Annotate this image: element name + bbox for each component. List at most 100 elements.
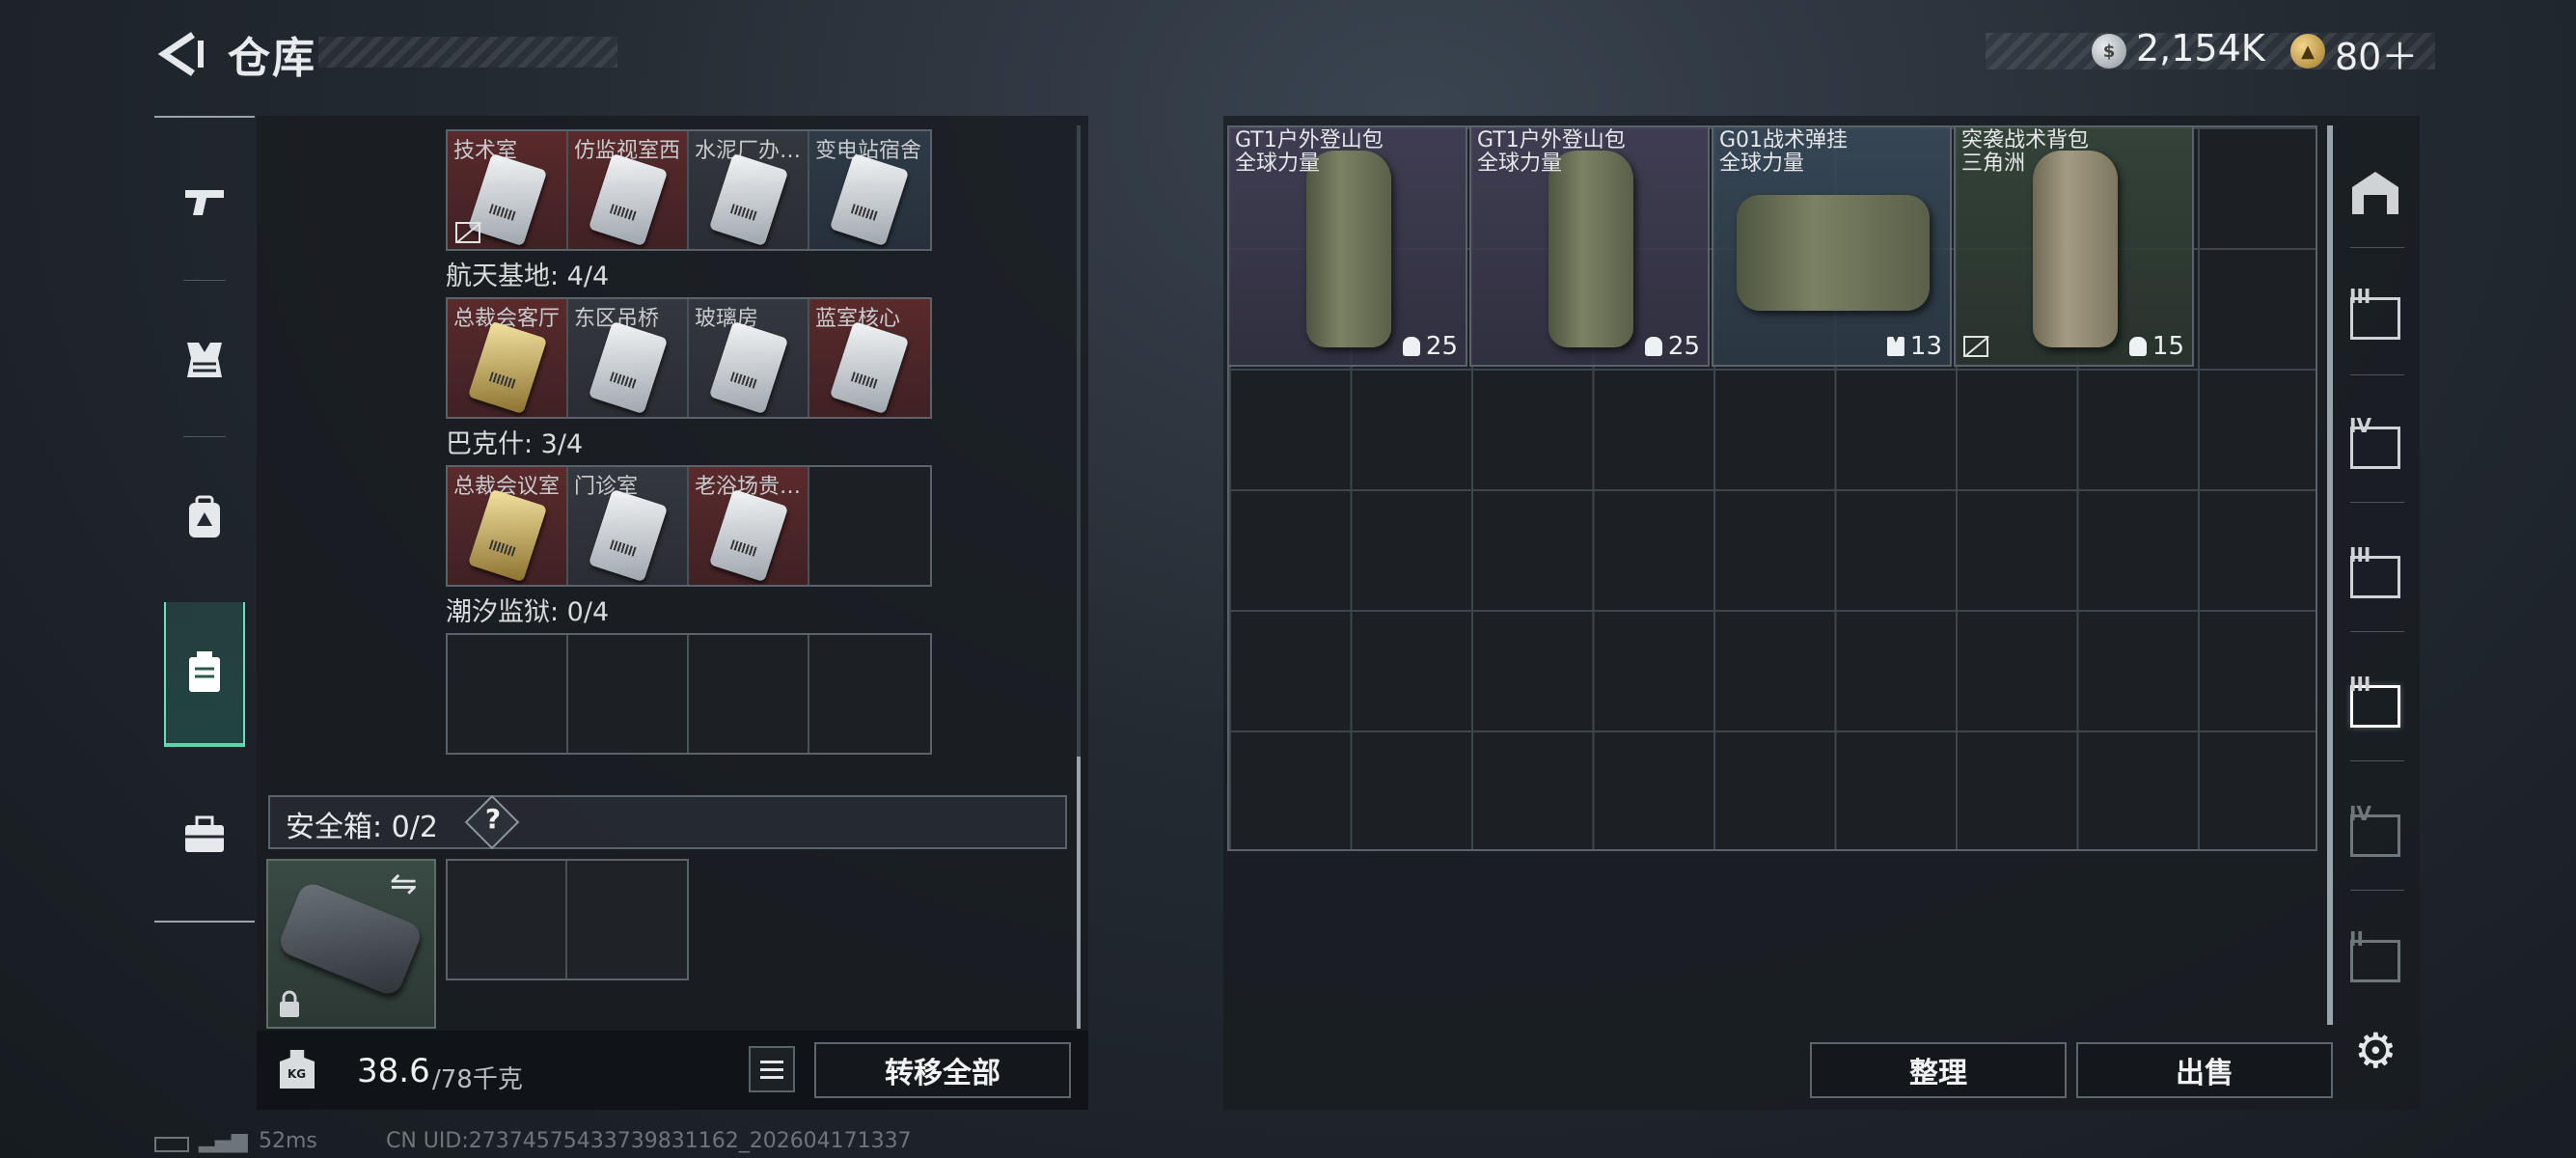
- item-name: G01战术弹挂 全球力量: [1719, 128, 1849, 176]
- nav-backpack[interactable]: [164, 446, 245, 591]
- help-question-mark: ?: [484, 803, 502, 835]
- keycard-icon: [708, 488, 789, 583]
- back-button[interactable]: [154, 27, 208, 81]
- vest-small-icon: [1886, 337, 1905, 356]
- nav-weapons[interactable]: [164, 129, 245, 274]
- stash-tab-3[interactable]: III: [2344, 285, 2406, 345]
- safe-slot-empty[interactable]: [448, 861, 567, 979]
- title-stripe: [318, 37, 617, 68]
- key-slot[interactable]: 技术室: [448, 131, 568, 249]
- backpack-image: [1306, 151, 1391, 347]
- weight-max: /78千克: [432, 1065, 523, 1094]
- tab-divider: [2350, 760, 2404, 761]
- stash-tab-4[interactable]: IV: [2344, 414, 2406, 475]
- gear-icon[interactable]: ⚙: [2354, 1023, 2398, 1079]
- backpack-small-icon: [1644, 337, 1662, 356]
- key-slot[interactable]: 总裁会客厅: [448, 299, 568, 417]
- key-row-1: 总裁会客厅 东区吊桥 玻璃房 蓝室核心: [446, 297, 932, 419]
- key-slot-empty[interactable]: [809, 635, 930, 753]
- page-title: 仓库: [228, 34, 316, 83]
- warehouse-icon: [2352, 172, 2398, 214]
- keycard-icon: [467, 320, 548, 415]
- key-slot[interactable]: 老浴场贵…: [689, 467, 809, 585]
- vest-icon: [187, 343, 222, 377]
- tab-divider: [2350, 502, 2404, 503]
- key-slot[interactable]: 东区吊桥: [568, 299, 689, 417]
- keycard-icon: [708, 152, 789, 247]
- keycard-icon: [829, 320, 910, 415]
- stash-item[interactable]: G01战术弹挂 全球力量 13: [1712, 125, 1952, 367]
- extension-case-icon: III: [2349, 285, 2400, 340]
- list-view-button[interactable]: [749, 1046, 795, 1092]
- stash-tab-7[interactable]: IV: [2344, 802, 2406, 863]
- keycard-icon: [588, 320, 669, 415]
- tab-divider: [2350, 890, 2404, 891]
- safe-box-slots: [446, 859, 689, 980]
- stash-item[interactable]: 突袭战术背包 三角洲 15: [1954, 125, 2194, 367]
- capacity-badge: 25: [1644, 332, 1700, 361]
- nav-toolbox[interactable]: [164, 762, 245, 907]
- weight-icon-label: KG: [288, 1067, 307, 1081]
- safe-slot-empty[interactable]: [567, 861, 687, 979]
- map-heading-tidal-prison: 潮汐监狱: 0/4: [446, 597, 610, 627]
- sell-button[interactable]: 出售: [2076, 1042, 2333, 1098]
- stash-tab-6-active[interactable]: III: [2344, 673, 2406, 733]
- tab-divider: [2350, 374, 2404, 375]
- sort-button[interactable]: 整理: [1810, 1042, 2067, 1098]
- nav-armor[interactable]: [164, 288, 245, 432]
- scrollbar-thumb[interactable]: [1077, 757, 1081, 1029]
- key-slot[interactable]: 蓝室核心: [809, 299, 930, 417]
- keycard-icon: [588, 152, 669, 247]
- keycard-icon: [467, 488, 548, 583]
- silver-currency-value: 2,154K: [2136, 27, 2265, 69]
- no-sell-icon: [1963, 336, 1988, 357]
- backpack-icon: [189, 495, 220, 538]
- key-slot[interactable]: 变电站宿舍: [809, 131, 930, 249]
- key-slot-empty[interactable]: [809, 467, 930, 585]
- transfer-all-button[interactable]: 转移全部: [814, 1042, 1071, 1098]
- key-slot[interactable]: 总裁会议室: [448, 467, 568, 585]
- key-slot-empty[interactable]: [689, 635, 809, 753]
- key-row-0: 技术室 仿监视室西 水泥厂办… 变电站宿舍: [446, 129, 932, 251]
- backpack-small-icon: [1402, 337, 1420, 356]
- map-heading-bakesh: 巴克什: 3/4: [446, 429, 584, 459]
- nav-keycard-case[interactable]: [164, 602, 245, 747]
- key-slot[interactable]: 水泥厂办…: [689, 131, 809, 249]
- toolbox-icon: [185, 815, 224, 852]
- stash-item[interactable]: GT1户外登山包 全球力量 25: [1469, 125, 1710, 367]
- stash-tab-5[interactable]: III: [2344, 543, 2406, 604]
- capacity-badge: 25: [1402, 332, 1458, 361]
- key-slot-empty[interactable]: [448, 635, 568, 753]
- list-icon-line: [760, 1060, 783, 1063]
- key-slot[interactable]: 玻璃房: [689, 299, 809, 417]
- stash-item[interactable]: GT1户外登山包 全球力量 25: [1227, 125, 1467, 367]
- key-slot[interactable]: 仿监视室西: [568, 131, 689, 249]
- stash-scrollbar[interactable]: [2327, 125, 2333, 1025]
- gold-currency-value[interactable]: 80＋: [2335, 27, 2418, 80]
- tab-divider: [2350, 247, 2404, 248]
- delta-case-icon: III: [2349, 543, 2400, 598]
- signal-icon: ▂▄▆: [199, 1129, 248, 1153]
- stash-tab-main[interactable]: [2344, 166, 2406, 220]
- item-name: 突袭战术背包 三角洲: [1961, 128, 2090, 176]
- safe-box-label: 安全箱: 0/2: [286, 811, 438, 844]
- tab-divider: [2350, 631, 2404, 632]
- backpack-image: [1548, 151, 1633, 347]
- uid-text: CN UID:27374575433739831162_202604171337: [386, 1129, 912, 1153]
- battery-icon: [154, 1137, 189, 1152]
- gun-icon: [185, 190, 224, 215]
- key-row-3: [446, 633, 932, 755]
- item-name: GT1户外登山包 全球力量: [1235, 128, 1384, 176]
- chest-rig-image: [1737, 195, 1930, 311]
- key-row-2: 总裁会议室 门诊室 老浴场贵…: [446, 465, 932, 587]
- swap-icon[interactable]: ⇋: [390, 865, 418, 903]
- folder-case-icon: IV: [2349, 802, 2400, 857]
- stash-tab-8[interactable]: II: [2344, 927, 2406, 988]
- capacity-badge: 13: [1886, 332, 1942, 361]
- medical-case-icon: IV: [2349, 414, 2400, 469]
- key-slot[interactable]: 门诊室: [568, 467, 689, 585]
- capacity-badge: 15: [2128, 332, 2184, 361]
- gold-coin-icon: ▲: [2290, 34, 2325, 69]
- key-slot-empty[interactable]: [568, 635, 689, 753]
- map-heading-aerospace: 航天基地: 4/4: [446, 262, 610, 291]
